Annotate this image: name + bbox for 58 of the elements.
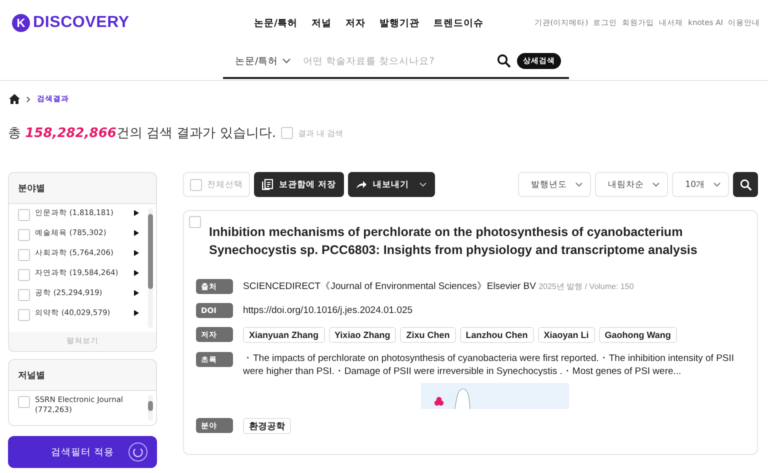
home-icon[interactable] bbox=[9, 94, 20, 104]
nav-link[interactable]: 저자 bbox=[345, 16, 366, 30]
expand-icon[interactable] bbox=[134, 270, 139, 276]
checkbox[interactable] bbox=[280, 127, 293, 139]
checkbox[interactable] bbox=[18, 269, 30, 281]
doi-link[interactable]: https://doi.org/10.1016/j.jes.2024.01.025 bbox=[243, 305, 413, 316]
tag[interactable]: Xiaoyan Li bbox=[538, 327, 595, 343]
checkbox[interactable] bbox=[189, 216, 201, 228]
expand-icon[interactable] bbox=[134, 310, 139, 316]
expand-icon[interactable] bbox=[134, 210, 139, 216]
export-button[interactable]: 내보내기 bbox=[348, 172, 435, 197]
result-title[interactable]: Inhibition mechanisms of perchlorate on the photosynthesis of cyanobacterium Synechocystis sp. PCC6803: Insights from physiology and transcriptome analysis bbox=[209, 223, 745, 259]
nav-link[interactable]: 트렌드이슈 bbox=[433, 16, 484, 30]
save-button[interactable]: 보관함에 저장 bbox=[254, 172, 344, 197]
expand-icon[interactable] bbox=[134, 250, 139, 256]
expand-icon[interactable] bbox=[134, 290, 139, 296]
nav-link[interactable]: 논문/특허 bbox=[254, 16, 298, 30]
checkbox[interactable] bbox=[18, 396, 30, 408]
scrollbar[interactable] bbox=[148, 208, 153, 328]
abstract-text: ・The impacts of perchlorate on photosynthesis of cyanobacteria were first reported.・The inhibition intensity of PSII were higher than PSI.・Damage of PSII were irreversible in Synechocystis .・Most genes of PSI were... bbox=[243, 352, 736, 378]
tag[interactable]: 환경공학 bbox=[243, 418, 291, 434]
category-dropdown[interactable]: 논문/특허 bbox=[235, 54, 292, 68]
expand-icon[interactable] bbox=[134, 230, 139, 236]
search-icon bbox=[740, 178, 752, 190]
tag[interactable]: Zixu Chen bbox=[400, 327, 456, 343]
copy-icon bbox=[262, 179, 273, 190]
search-icon[interactable] bbox=[497, 54, 511, 68]
chevron-down-icon bbox=[713, 182, 721, 187]
sort-dropdown[interactable]: 발행년도 bbox=[518, 172, 592, 197]
share-arrow-icon bbox=[356, 180, 367, 189]
result-count-text: 총 158,282,866건의 검색 결과가 있습니다. bbox=[8, 125, 276, 142]
search-input[interactable]: 어떤 학술자료를 찾으시나요? bbox=[301, 54, 497, 68]
chevron-down-icon bbox=[652, 182, 660, 187]
tag[interactable]: Gaohong Wang bbox=[598, 327, 677, 343]
checkbox[interactable] bbox=[18, 209, 30, 221]
chevron-icon bbox=[26, 96, 31, 102]
nav-link[interactable]: 발행기관 bbox=[379, 16, 420, 30]
checkbox[interactable] bbox=[18, 309, 30, 321]
checkbox[interactable] bbox=[18, 249, 30, 261]
checkbox[interactable] bbox=[190, 178, 202, 190]
checkbox[interactable] bbox=[18, 229, 30, 241]
chevron-down-icon bbox=[575, 182, 584, 187]
chevron-down-icon[interactable] bbox=[282, 58, 292, 64]
tag[interactable]: Yixiao Zhang bbox=[328, 327, 396, 343]
caret-icon bbox=[418, 182, 427, 187]
search-button[interactable] bbox=[733, 172, 758, 197]
logo-text[interactable]: DISCOVERY bbox=[33, 14, 130, 32]
nav-link[interactable]: 저널 bbox=[311, 16, 332, 30]
checkbox[interactable] bbox=[18, 289, 30, 301]
source-text: SCIENCEDIRECT《Journal of Environmental Sciences》Elsevier BV 2025년 발행 / Volume: 150 bbox=[243, 281, 634, 292]
sort-dropdown[interactable]: 10개 bbox=[672, 172, 729, 197]
scrollbar[interactable] bbox=[148, 395, 153, 421]
logo-mark[interactable]: K bbox=[12, 14, 30, 32]
apply-filter-button[interactable]: 검색필터 적용 bbox=[8, 436, 157, 468]
sort-dropdown[interactable]: 내림차순 bbox=[595, 172, 668, 197]
tag[interactable]: Lanzhou Chen bbox=[460, 327, 534, 343]
refresh-icon[interactable] bbox=[128, 442, 148, 462]
tag[interactable]: Xianyuan Zhang bbox=[243, 327, 325, 343]
